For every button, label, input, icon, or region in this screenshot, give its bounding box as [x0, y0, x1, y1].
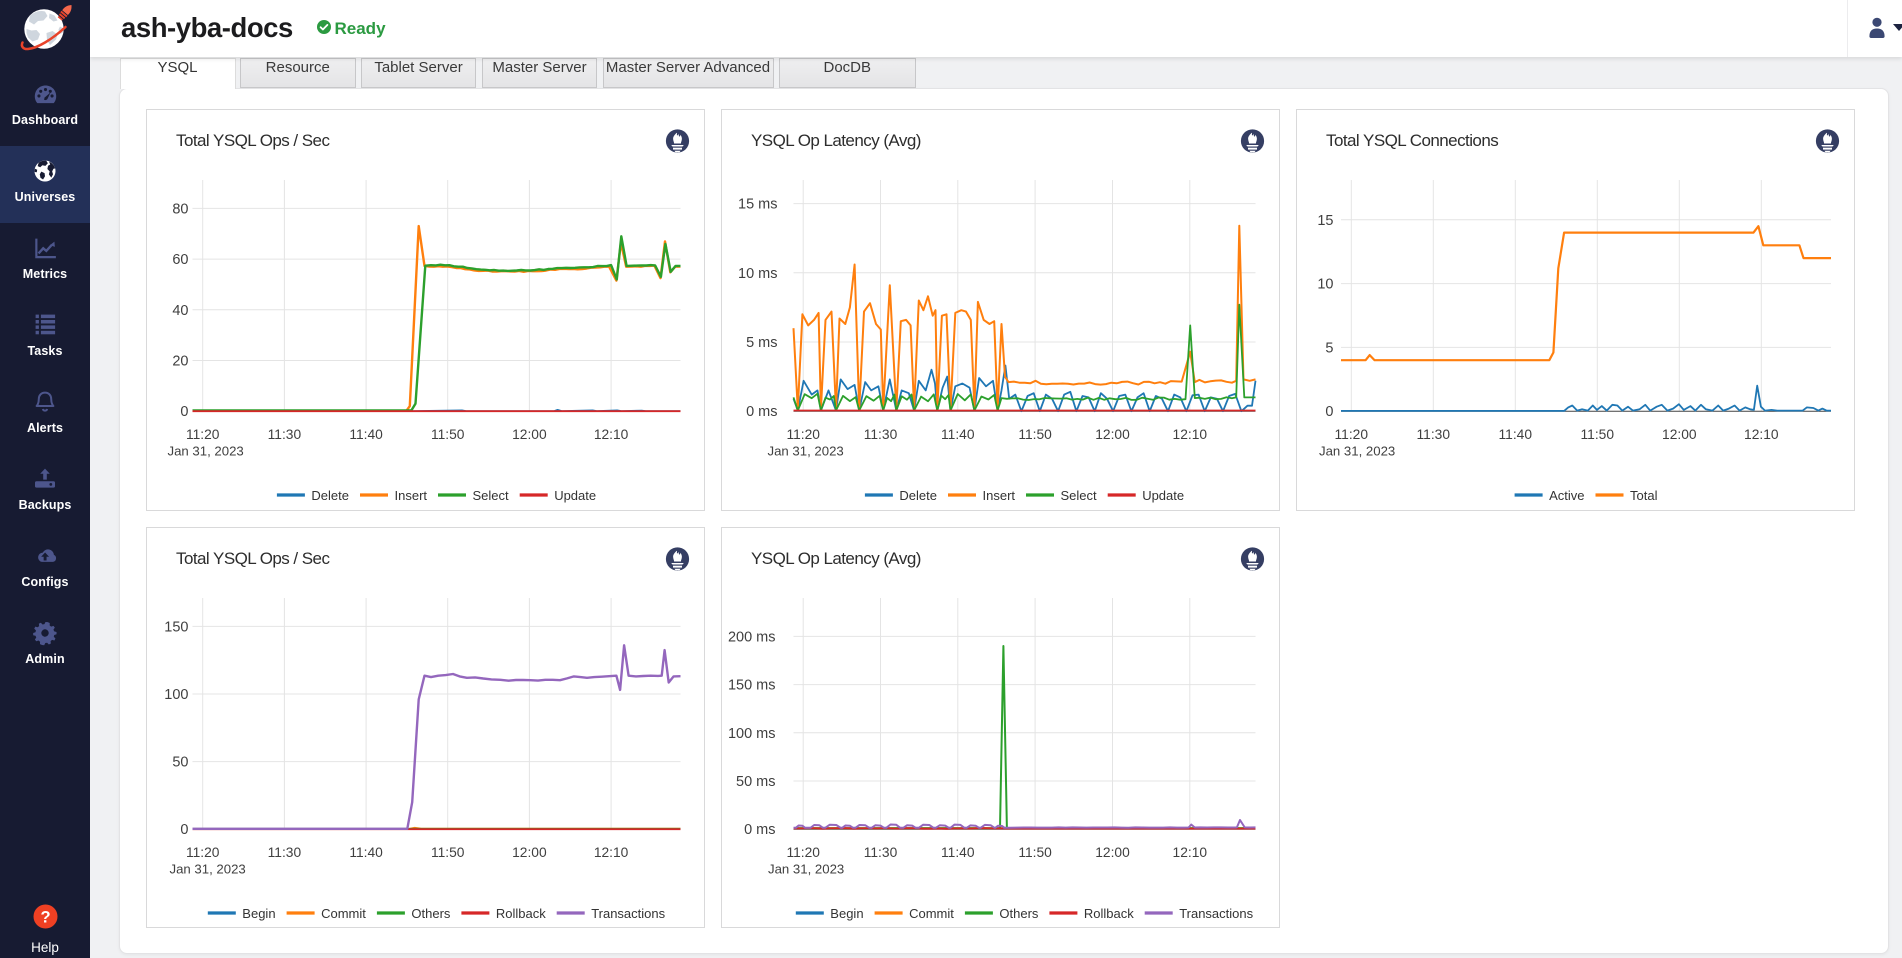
svg-text:Update: Update	[554, 488, 596, 503]
svg-text:Others: Others	[999, 905, 1039, 920]
svg-text:Delete: Delete	[899, 488, 937, 503]
svg-text:12:10: 12:10	[1172, 845, 1207, 860]
svg-text:11:50: 11:50	[1580, 427, 1614, 442]
svg-text:11:40: 11:40	[941, 427, 975, 442]
svg-text:12:00: 12:00	[512, 427, 547, 442]
svg-text:0 ms: 0 ms	[746, 404, 777, 420]
svg-text:Commit: Commit	[321, 905, 366, 920]
svg-text:12:10: 12:10	[1172, 427, 1207, 442]
svg-text:12:10: 12:10	[593, 845, 628, 860]
svg-text:200 ms: 200 ms	[727, 629, 775, 645]
svg-text:0 ms: 0 ms	[744, 822, 775, 838]
svg-text:100: 100	[164, 687, 188, 703]
svg-text:11:50: 11:50	[1018, 427, 1052, 442]
svg-text:YSQL Op Latency (Avg): YSQL Op Latency (Avg)	[751, 549, 921, 568]
svg-text:Total YSQL Connections: Total YSQL Connections	[1326, 131, 1498, 150]
svg-text:Begin: Begin	[242, 905, 275, 920]
svg-text:Select: Select	[472, 488, 509, 503]
svg-text:12:00: 12:00	[1662, 427, 1697, 442]
svg-text:Total: Total	[1630, 488, 1658, 503]
svg-text:11:40: 11:40	[1498, 427, 1532, 442]
svg-text:Rollback: Rollback	[1083, 905, 1133, 920]
svg-text:Active: Active	[1549, 488, 1584, 503]
svg-text:11:20: 11:20	[786, 427, 820, 442]
svg-text:11:20: 11:20	[1334, 427, 1368, 442]
svg-text:Transactions: Transactions	[1179, 905, 1253, 920]
svg-text:Jan 31, 2023: Jan 31, 2023	[167, 444, 243, 459]
svg-text:Others: Others	[411, 905, 451, 920]
svg-text:5 ms: 5 ms	[746, 335, 777, 351]
svg-text:15: 15	[1317, 213, 1333, 229]
svg-text:Transactions: Transactions	[591, 905, 665, 920]
svg-text:Insert: Insert	[982, 488, 1015, 503]
svg-text:50: 50	[172, 754, 188, 770]
svg-text:0: 0	[1325, 404, 1333, 420]
svg-text:11:40: 11:40	[349, 845, 383, 860]
svg-text:11:20: 11:20	[185, 427, 219, 442]
svg-text:Update: Update	[1142, 488, 1184, 503]
svg-text:Total YSQL Ops / Sec: Total YSQL Ops / Sec	[176, 131, 330, 150]
svg-text:150: 150	[164, 619, 188, 635]
svg-text:11:30: 11:30	[863, 427, 897, 442]
svg-text:12:00: 12:00	[512, 845, 547, 860]
svg-text:12:00: 12:00	[1095, 427, 1130, 442]
svg-text:Commit: Commit	[909, 905, 954, 920]
svg-text:Begin: Begin	[830, 905, 863, 920]
svg-text:100 ms: 100 ms	[727, 725, 775, 741]
svg-text:60: 60	[172, 252, 188, 268]
svg-text:Delete: Delete	[311, 488, 349, 503]
svg-text:5: 5	[1325, 340, 1333, 356]
svg-text:Jan 31, 2023: Jan 31, 2023	[767, 444, 843, 459]
svg-text:11:50: 11:50	[430, 845, 464, 860]
svg-text:11:30: 11:30	[1416, 427, 1450, 442]
svg-text:?: ?	[40, 908, 50, 926]
svg-text:150 ms: 150 ms	[727, 677, 775, 693]
svg-text:80: 80	[172, 201, 188, 217]
svg-text:12:10: 12:10	[593, 427, 628, 442]
svg-text:20: 20	[172, 354, 188, 370]
svg-text:11:40: 11:40	[941, 845, 975, 860]
svg-text:0: 0	[180, 404, 188, 420]
svg-text:11:40: 11:40	[349, 427, 383, 442]
svg-text:11:30: 11:30	[863, 845, 897, 860]
svg-text:Select: Select	[1060, 488, 1097, 503]
svg-text:11:50: 11:50	[1018, 845, 1052, 860]
svg-text:YSQL Op Latency (Avg): YSQL Op Latency (Avg)	[751, 131, 921, 150]
svg-text:Jan 31, 2023: Jan 31, 2023	[768, 861, 844, 876]
svg-text:10 ms: 10 ms	[738, 266, 778, 282]
svg-text:Total YSQL Ops / Sec: Total YSQL Ops / Sec	[176, 549, 330, 568]
svg-text:Jan 31, 2023: Jan 31, 2023	[169, 861, 245, 876]
svg-text:10: 10	[1317, 277, 1333, 293]
svg-text:11:30: 11:30	[267, 427, 301, 442]
svg-text:0: 0	[180, 822, 188, 838]
svg-text:15 ms: 15 ms	[738, 197, 778, 213]
svg-text:11:20: 11:20	[786, 845, 820, 860]
svg-text:11:20: 11:20	[185, 845, 219, 860]
svg-text:50 ms: 50 ms	[736, 774, 776, 790]
svg-text:12:00: 12:00	[1095, 845, 1130, 860]
svg-text:11:30: 11:30	[267, 845, 301, 860]
svg-text:Jan 31, 2023: Jan 31, 2023	[1319, 444, 1395, 459]
svg-text:12:10: 12:10	[1744, 427, 1779, 442]
svg-text:Rollback: Rollback	[495, 905, 545, 920]
svg-text:40: 40	[172, 303, 188, 319]
svg-text:Insert: Insert	[394, 488, 427, 503]
svg-text:11:50: 11:50	[430, 427, 464, 442]
